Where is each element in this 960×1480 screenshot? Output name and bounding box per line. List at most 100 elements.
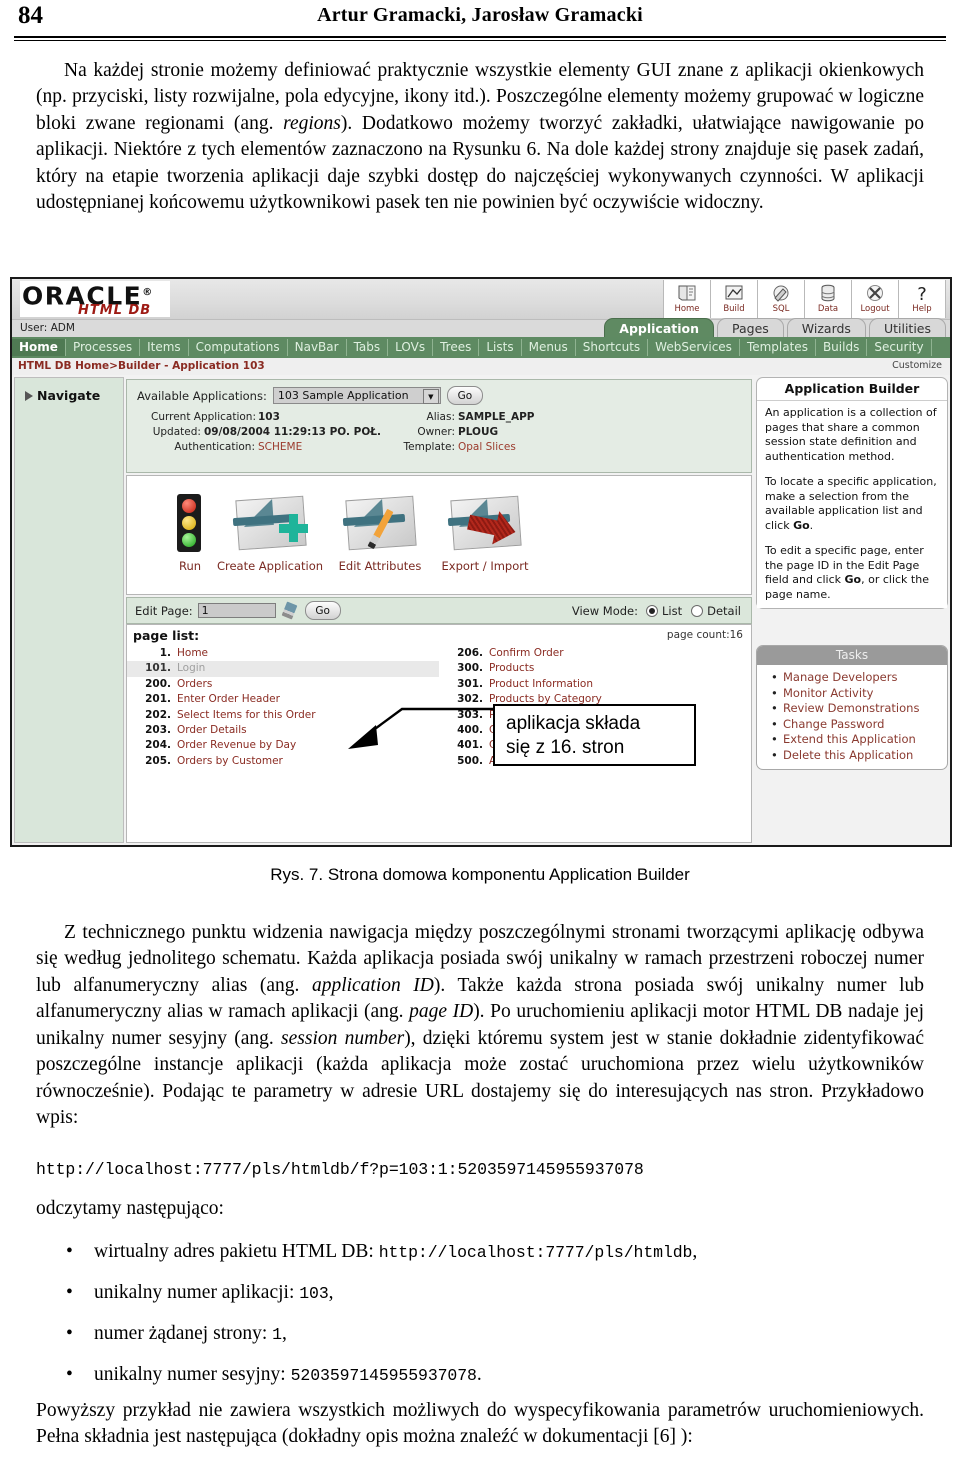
edit-page-go-button[interactable]: Go bbox=[304, 601, 341, 620]
view-mode-list-radio[interactable] bbox=[646, 604, 658, 617]
annotation-callout-text: aplikacja składa się z 16. stron bbox=[495, 706, 694, 760]
page-num: 400. bbox=[457, 724, 483, 737]
action-edit-attributes[interactable]: Edit Attributes bbox=[325, 490, 435, 573]
global-icon-help[interactable]: ? Help bbox=[899, 280, 946, 318]
page-list-item[interactable]: 200. Orders bbox=[127, 677, 439, 692]
oracle-html-db-screenshot: ORACLE® HTML DB Home Build SQL Data Logo… bbox=[10, 277, 952, 847]
navtab-lists[interactable]: Lists bbox=[479, 339, 522, 356]
navtab-shortcuts[interactable]: Shortcuts bbox=[576, 339, 649, 356]
read-as-text: odczytamy następująco: bbox=[36, 1198, 224, 1219]
page-name: Select Items for this Order bbox=[177, 708, 316, 721]
body-after-figure: Z technicznego punktu widzenia nawigacja… bbox=[36, 920, 924, 1131]
navtab-processes[interactable]: Processes bbox=[66, 339, 141, 356]
current-user-label: User: ADM bbox=[20, 322, 75, 334]
page-list-item[interactable]: 204. Order Revenue by Day bbox=[127, 738, 439, 753]
list-item: • wirtualny adres pakietu HTML DB: http:… bbox=[66, 1232, 926, 1273]
brush-icon[interactable] bbox=[281, 601, 298, 620]
page-list-item[interactable]: 300. Products bbox=[439, 661, 751, 676]
figure-caption: Rys. 7. Strona domowa komponentu Applica… bbox=[270, 865, 690, 884]
help-paragraph-3: To edit a specific page, enter the page … bbox=[765, 544, 940, 602]
page-num: 401. bbox=[457, 739, 483, 752]
navtab-menus[interactable]: Menus bbox=[522, 339, 576, 356]
list-item-text: unikalny numer aplikacji: 103, bbox=[94, 1273, 334, 1314]
bullet-1-label: unikalny numer aplikacji: bbox=[94, 1282, 300, 1303]
database-icon bbox=[815, 281, 841, 304]
global-icon-logout[interactable]: Logout bbox=[852, 280, 899, 318]
tab-utilities[interactable]: Utilities bbox=[868, 318, 946, 337]
meta-row: Alias: SAMPLE_APP bbox=[389, 410, 609, 425]
navtab-builds[interactable]: Builds bbox=[816, 339, 868, 356]
navtab-trees[interactable]: Trees bbox=[433, 339, 480, 356]
svg-text:?: ? bbox=[917, 284, 927, 303]
page-list-item[interactable]: 101. Login bbox=[127, 661, 439, 677]
global-icon-build[interactable]: Build bbox=[711, 280, 758, 318]
page-list-item[interactable]: 301. Product Information bbox=[439, 677, 751, 692]
available-applications-select[interactable]: 103 Sample Application ▼ bbox=[272, 387, 441, 404]
global-icon-data[interactable]: Data bbox=[805, 280, 852, 318]
bullet-0-tail: , bbox=[692, 1241, 698, 1262]
navtab-computations[interactable]: Computations bbox=[189, 339, 288, 356]
task-item[interactable]: Manage Developers bbox=[771, 670, 947, 686]
closing-paragraph: Powyższy przykład nie zawiera wszystkich… bbox=[36, 1400, 924, 1448]
view-mode-detail-radio[interactable] bbox=[691, 604, 704, 617]
page-num: 101. bbox=[145, 662, 171, 675]
page-list-column-left: 1. Home 101. Login 200. Orders 201. Enter Or… bbox=[127, 646, 439, 840]
bullet-3-label: unikalny numer sesyjny: bbox=[94, 1364, 291, 1385]
page-list-item[interactable]: 1. Home bbox=[127, 646, 439, 661]
bullet-1-value: 103 bbox=[299, 1284, 329, 1303]
available-applications-row: Available Applications: 103 Sample Appli… bbox=[137, 386, 483, 405]
view-mode-detail-label[interactable]: Detail bbox=[707, 604, 741, 618]
navtab-templates[interactable]: Templates bbox=[740, 339, 816, 356]
page-num: 206. bbox=[457, 647, 483, 659]
application-go-button[interactable]: Go bbox=[446, 386, 483, 405]
action-export-import[interactable]: Export / Import bbox=[430, 490, 540, 573]
application-selector-region: Available Applications: 103 Sample Appli… bbox=[126, 379, 752, 473]
action-icon-row: Run Create Application Edit Attributes E… bbox=[126, 475, 752, 595]
global-icon-home[interactable]: Home bbox=[664, 280, 711, 318]
help-paragraph-2: To locate a specific application, make a… bbox=[765, 475, 940, 533]
view-mode-list-label[interactable]: List bbox=[662, 604, 682, 618]
page-list-item[interactable]: 206. Confirm Order bbox=[439, 646, 751, 661]
right-rail: Application Builder An application is a … bbox=[756, 377, 948, 843]
tab-pages[interactable]: Pages bbox=[717, 318, 784, 337]
help-p2-c: . bbox=[809, 518, 814, 532]
navigate-panel[interactable]: Navigate bbox=[14, 377, 124, 843]
meta-value[interactable]: Opal Slices bbox=[458, 440, 516, 455]
page-num: 205. bbox=[145, 754, 171, 767]
tab-application[interactable]: Application bbox=[604, 318, 715, 337]
tab-wizards[interactable]: Wizards bbox=[786, 318, 866, 337]
navtab-tabs[interactable]: Tabs bbox=[347, 339, 389, 356]
page-list-item[interactable]: 205. Orders by Customer bbox=[127, 754, 439, 769]
page-list-item[interactable]: 203. Order Details bbox=[127, 723, 439, 738]
global-icon-label: Data bbox=[817, 304, 839, 314]
task-item[interactable]: Review Demonstrations bbox=[771, 701, 947, 717]
page-list-item[interactable]: 202. Select Items for this Order bbox=[127, 708, 439, 723]
task-item[interactable]: Monitor Activity bbox=[771, 686, 947, 702]
page-list-item[interactable]: 201. Enter Order Header bbox=[127, 692, 439, 707]
meta-key: Updated: bbox=[152, 426, 201, 438]
url-parts-list: • wirtualny adres pakietu HTML DB: http:… bbox=[66, 1232, 926, 1396]
task-item[interactable]: Extend this Application bbox=[771, 732, 947, 748]
action-create-application[interactable]: Create Application bbox=[215, 490, 325, 573]
navtab-lovs[interactable]: LOVs bbox=[388, 339, 434, 356]
task-item[interactable]: Delete this Application bbox=[771, 748, 947, 764]
breadcrumb[interactable]: HTML DB Home>Builder - Application 103 bbox=[18, 360, 265, 372]
navtab-navbar[interactable]: NavBar bbox=[288, 339, 347, 356]
edit-page-bar: Edit Page: 1 Go View Mode: List Detail bbox=[126, 597, 752, 624]
edit-page-input[interactable]: 1 bbox=[197, 603, 276, 618]
drafting-plus-icon bbox=[227, 490, 313, 556]
page-name: Products bbox=[489, 662, 535, 675]
help-p2-go: Go bbox=[793, 518, 810, 532]
help-p3-go: Go bbox=[844, 573, 862, 586]
page-name: Confirm Order bbox=[489, 647, 564, 659]
meta-value[interactable]: SCHEME bbox=[258, 440, 302, 455]
navtab-security[interactable]: Security bbox=[867, 339, 932, 356]
bullet-2-tail: , bbox=[281, 1323, 287, 1344]
navtab-webservices[interactable]: WebServices bbox=[648, 339, 740, 356]
customize-link[interactable]: Customize bbox=[892, 360, 942, 371]
navtab-items[interactable]: Items bbox=[140, 339, 189, 356]
task-item[interactable]: Change Password bbox=[771, 717, 947, 733]
global-icon-sql[interactable]: SQL bbox=[758, 280, 805, 318]
navtab-home[interactable]: Home bbox=[12, 339, 66, 356]
list-item: • unikalny numer aplikacji: 103, bbox=[66, 1273, 926, 1314]
